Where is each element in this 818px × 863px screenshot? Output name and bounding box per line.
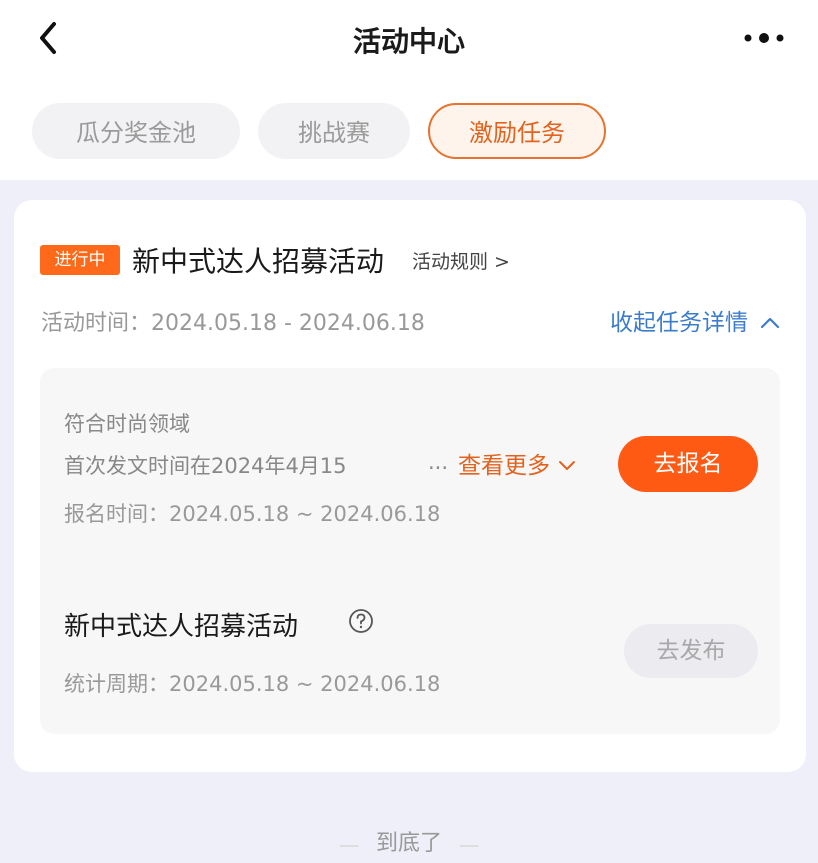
list-end-footer: 到底了 — [0, 825, 818, 857]
end-of-list-text: 到底了 — [375, 831, 442, 856]
activity-time: 活动时间：2024.05.18 - 2024.06.18 — [41, 311, 425, 336]
publish-button[interactable]: 去发布 — [624, 624, 758, 678]
top-bar: 活动中心 瓜分奖金池 挑战赛 激励任务 — [0, 0, 818, 180]
tab-incentive-tasks[interactable]: 激励任务 — [428, 103, 606, 159]
navigation-bar: 活动中心 — [0, 0, 818, 78]
activity-title: 新中式达人招募活动 — [132, 245, 385, 278]
divider — [460, 844, 478, 847]
sub-task-title: 新中式达人招募活动 — [64, 612, 299, 642]
stat-period: 统计周期：2024.05.18 ~ 2024.06.18 — [64, 672, 441, 696]
chevron-up-icon — [760, 310, 780, 336]
collapse-label: 收起任务详情 — [610, 310, 748, 336]
task-details-panel: 符合时尚领域 首次发文时间在2024年4月15 ... 查看更多 报名时间：20… — [40, 368, 780, 734]
help-icon[interactable] — [348, 608, 374, 634]
more-icon[interactable] — [740, 22, 790, 52]
signup-button[interactable]: 去报名 — [618, 436, 758, 492]
tab-prize-pool[interactable]: 瓜分奖金池 — [32, 103, 240, 159]
requirement-text: 符合时尚领域 — [64, 412, 190, 436]
see-more-button[interactable]: 查看更多 — [458, 446, 577, 480]
activity-card: 进行中 新中式达人招募活动 活动规则 > 活动时间：2024.05.18 - 2… — [14, 200, 806, 772]
page-title: 活动中心 — [352, 25, 465, 58]
requirement-text: 首次发文时间在2024年4月15 — [64, 454, 347, 478]
collapse-details-button[interactable]: 收起任务详情 — [610, 303, 780, 337]
tab-challenge[interactable]: 挑战赛 — [258, 103, 410, 159]
divider — [339, 844, 358, 847]
signup-time: 报名时间：2024.05.18 ~ 2024.06.18 — [64, 502, 441, 526]
tab-bar: 瓜分奖金池 挑战赛 激励任务 — [32, 103, 624, 159]
chevron-down-icon — [557, 453, 577, 479]
activity-rules-link[interactable]: 活动规则 > — [412, 247, 510, 274]
see-more-label: 查看更多 — [458, 453, 550, 479]
ellipsis-text: ... — [428, 450, 449, 474]
status-badge: 进行中 — [40, 245, 120, 275]
